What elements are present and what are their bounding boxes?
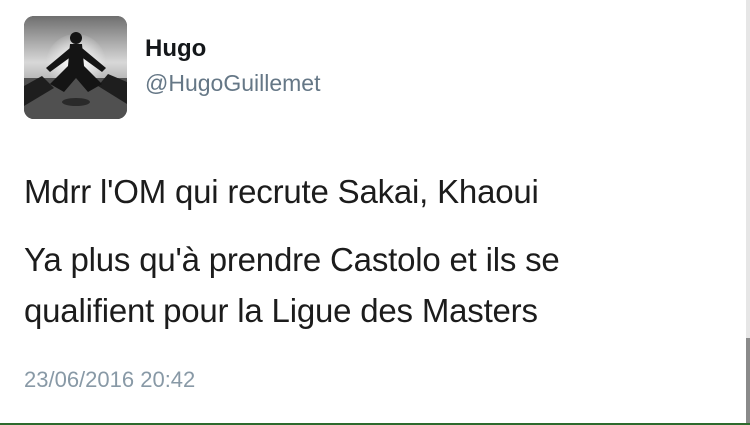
scrollbar-thumb[interactable] xyxy=(746,338,750,425)
timestamp[interactable]: 23/06/2016 20:42 xyxy=(24,365,195,395)
tweet-text-line-3: qualifient pour la Ligue des Masters xyxy=(24,292,538,329)
scrollbar-track xyxy=(746,0,750,338)
avatar[interactable] xyxy=(24,16,127,119)
tweet-card: Hugo @HugoGuillemet Mdrr l'OM qui recrut… xyxy=(0,0,750,425)
tweet-text: Mdrr l'OM qui recrute Sakai, Khaoui Ya p… xyxy=(24,166,724,336)
tweet-text-line-1: Mdrr l'OM qui recrute Sakai, Khaoui xyxy=(24,173,539,210)
display-name[interactable]: Hugo xyxy=(145,34,206,64)
user-handle[interactable]: @HugoGuillemet xyxy=(145,68,320,98)
tweet-text-line-2: Ya plus qu'à prendre Castolo et ils se xyxy=(24,241,560,278)
avatar-photo-icon xyxy=(24,16,127,119)
